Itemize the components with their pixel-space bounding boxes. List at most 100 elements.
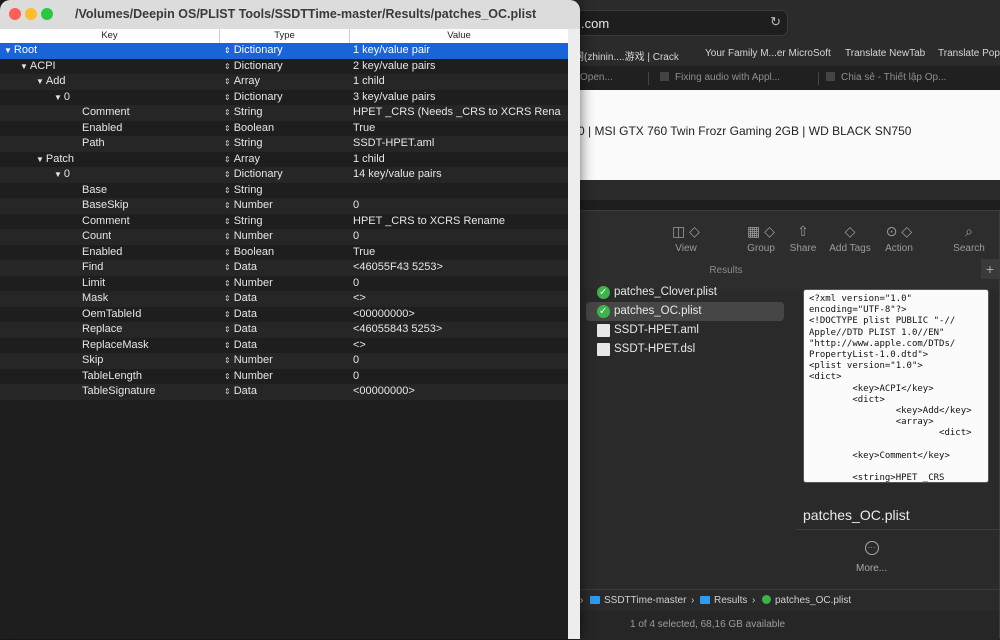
type-cell[interactable]: Dictionary <box>234 60 283 72</box>
address-url[interactable]: .com <box>581 16 609 31</box>
table-row[interactable]: Base ⇕ String <box>0 183 568 199</box>
path-item[interactable]: Results <box>700 595 747 606</box>
table-row[interactable]: Count ⇕ Number 0 <box>0 229 568 245</box>
type-cell[interactable]: Data <box>234 339 257 351</box>
type-stepper-icon[interactable]: ⇕ <box>224 62 231 71</box>
value-cell[interactable]: 14 key/value pairs <box>353 167 567 183</box>
type-cell[interactable]: Data <box>234 323 257 335</box>
table-row[interactable]: Find ⇕ Data <46055F43 5253> <box>0 260 568 276</box>
table-row[interactable]: Comment ⇕ String HPET _CRS (Needs _CRS to… <box>0 105 568 121</box>
vertical-scrollbar[interactable] <box>568 29 580 639</box>
type-stepper-icon[interactable]: ⇕ <box>224 310 231 319</box>
value-cell[interactable]: <> <box>353 338 567 354</box>
table-row[interactable]: ▼ ACPI ⇕ Dictionary 2 key/value pairs <box>0 59 568 75</box>
bookmark-item[interactable]: Translate NewTab <box>845 48 925 59</box>
type-stepper-icon[interactable]: ⇕ <box>224 170 231 179</box>
value-column-header[interactable]: Value <box>350 30 568 41</box>
value-cell[interactable]: 2 key/value pairs <box>353 59 567 75</box>
value-cell[interactable]: 1 child <box>353 152 567 168</box>
type-cell[interactable]: Array <box>234 75 260 87</box>
add-tab-button[interactable]: + <box>981 259 999 279</box>
table-row[interactable]: ▼ 0 ⇕ Dictionary 14 key/value pairs <box>0 167 568 183</box>
table-row[interactable]: TableLength ⇕ Number 0 <box>0 369 568 385</box>
type-stepper-icon[interactable]: ⇕ <box>224 325 231 334</box>
table-row[interactable]: Comment ⇕ String HPET _CRS to XCRS Rename <box>0 214 568 230</box>
table-row[interactable]: Replace ⇕ Data <46055843 5253> <box>0 322 568 338</box>
type-cell[interactable]: Number <box>234 370 273 382</box>
type-stepper-icon[interactable]: ⇕ <box>224 201 231 210</box>
type-cell[interactable]: Data <box>234 261 257 273</box>
value-cell[interactable]: <00000000> <box>353 384 567 400</box>
type-cell[interactable]: Boolean <box>234 122 274 134</box>
close-button[interactable] <box>9 8 21 20</box>
disclosure-triangle-icon[interactable]: ▼ <box>54 170 62 179</box>
type-cell[interactable]: String <box>234 184 263 196</box>
table-row[interactable]: Path ⇕ String SSDT-HPET.aml <box>0 136 568 152</box>
value-cell[interactable]: <> <box>353 291 567 307</box>
type-cell[interactable]: String <box>234 137 263 149</box>
value-cell[interactable]: 1 child <box>353 74 567 90</box>
table-row[interactable]: ReplaceMask ⇕ Data <> <box>0 338 568 354</box>
type-stepper-icon[interactable]: ⇕ <box>224 279 231 288</box>
table-row[interactable]: ▼ Patch ⇕ Array 1 child <box>0 152 568 168</box>
disclosure-triangle-icon[interactable]: ▼ <box>54 93 62 102</box>
view-button[interactable]: ◫ ◇ View <box>666 221 706 254</box>
reload-icon[interactable]: ↻ <box>770 14 781 30</box>
table-row[interactable]: Skip ⇕ Number 0 <box>0 353 568 369</box>
table-row[interactable]: ▼ Add ⇕ Array 1 child <box>0 74 568 90</box>
type-stepper-icon[interactable]: ⇕ <box>224 186 231 195</box>
type-stepper-icon[interactable]: ⇕ <box>224 294 231 303</box>
type-stepper-icon[interactable]: ⇕ <box>224 387 231 396</box>
type-cell[interactable]: Dictionary <box>234 44 283 56</box>
type-stepper-icon[interactable]: ⇕ <box>224 356 231 365</box>
value-cell[interactable]: <00000000> <box>353 307 567 323</box>
type-cell[interactable]: Dictionary <box>234 91 283 103</box>
key-column-header[interactable]: Key <box>0 30 219 41</box>
value-cell[interactable]: True <box>353 245 567 261</box>
address-bar[interactable]: .com ↻ <box>566 10 788 36</box>
disclosure-triangle-icon[interactable]: ▼ <box>36 155 44 164</box>
browser-tab[interactable]: Chia sẻ - Thiết lập Op... <box>826 72 946 83</box>
type-cell[interactable]: Data <box>234 292 257 304</box>
type-cell[interactable]: Number <box>234 354 273 366</box>
type-stepper-icon[interactable]: ⇕ <box>224 263 231 272</box>
type-cell[interactable]: Boolean <box>234 246 274 258</box>
type-stepper-icon[interactable]: ⇕ <box>224 341 231 350</box>
table-row[interactable]: Enabled ⇕ Boolean True <box>0 245 568 261</box>
type-cell[interactable]: Number <box>234 277 273 289</box>
value-cell[interactable]: SSDT-HPET.aml <box>353 136 567 152</box>
value-cell[interactable]: 0 <box>353 276 567 292</box>
minimize-button[interactable] <box>25 8 37 20</box>
type-stepper-icon[interactable]: ⇕ <box>224 108 231 117</box>
value-cell[interactable]: 0 <box>353 198 567 214</box>
search-button[interactable]: ⌕ Search <box>951 221 987 254</box>
table-row[interactable]: Enabled ⇕ Boolean True <box>0 121 568 137</box>
type-cell[interactable]: String <box>234 106 263 118</box>
path-item[interactable]: SSDTTime-master <box>590 595 686 606</box>
type-stepper-icon[interactable]: ⇕ <box>224 46 231 55</box>
file-item[interactable]: SSDT-HPET.dsl <box>586 340 786 359</box>
add-tags-button[interactable]: ◇ Add Tags <box>827 221 873 254</box>
type-cell[interactable]: Number <box>234 199 273 211</box>
table-row[interactable]: Limit ⇕ Number 0 <box>0 276 568 292</box>
share-button[interactable]: ⇧ Share <box>788 221 818 254</box>
type-cell[interactable]: Dictionary <box>234 168 283 180</box>
value-cell[interactable]: HPET _CRS (Needs _CRS to XCRS Rena <box>353 105 567 121</box>
value-cell[interactable]: <46055843 5253> <box>353 322 567 338</box>
title-bar[interactable]: /Volumes/Deepin OS/PLIST Tools/SSDTTime-… <box>0 0 580 30</box>
type-stepper-icon[interactable]: ⇕ <box>224 155 231 164</box>
file-item[interactable]: SSDT-HPET.aml <box>586 321 786 340</box>
value-cell[interactable]: 0 <box>353 353 567 369</box>
more-button[interactable]: ··· More... <box>856 541 887 574</box>
value-cell[interactable]: HPET _CRS to XCRS Rename <box>353 214 567 230</box>
file-item[interactable]: patches_Clover.plist <box>586 283 786 302</box>
type-stepper-icon[interactable]: ⇕ <box>224 372 231 381</box>
disclosure-triangle-icon[interactable]: ▼ <box>20 62 28 71</box>
type-stepper-icon[interactable]: ⇕ <box>224 232 231 241</box>
type-cell[interactable]: Data <box>234 385 257 397</box>
zoom-button[interactable] <box>41 8 53 20</box>
action-button[interactable]: ⊙ ◇ Action <box>881 221 917 254</box>
table-row[interactable]: TableSignature ⇕ Data <00000000> <box>0 384 568 400</box>
type-cell[interactable]: Array <box>234 153 260 165</box>
disclosure-triangle-icon[interactable]: ▼ <box>36 77 44 86</box>
